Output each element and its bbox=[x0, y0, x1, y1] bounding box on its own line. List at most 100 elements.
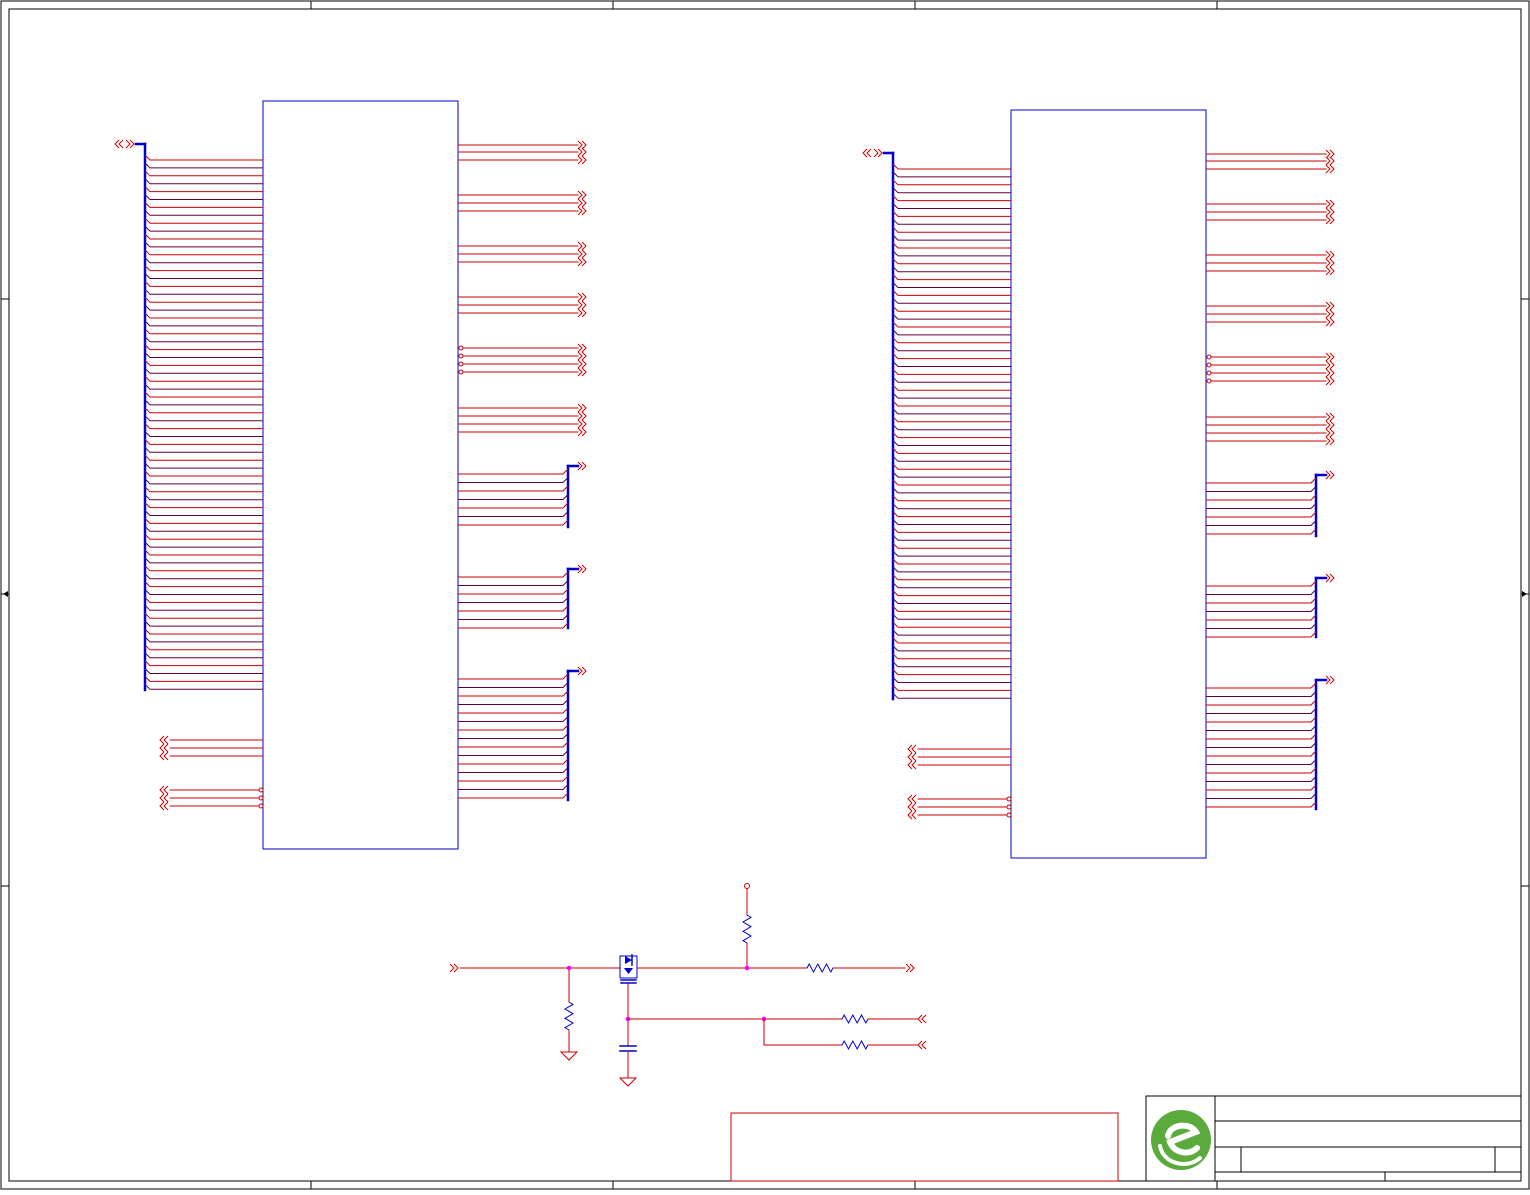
bus-entry-wire bbox=[1206, 614, 1317, 621]
chevron bbox=[577, 403, 583, 413]
bus-entry-wire bbox=[1206, 708, 1317, 714]
bus-entry-wire bbox=[892, 163, 1011, 170]
diode-triangle bbox=[624, 968, 633, 974]
bus-entry-wire bbox=[892, 242, 1011, 249]
bus-entry-wire bbox=[892, 527, 1011, 533]
chevron bbox=[911, 802, 917, 812]
bus-entry-wire bbox=[144, 407, 263, 414]
chevron bbox=[1325, 164, 1331, 174]
bus-entry-wire bbox=[144, 494, 263, 501]
pin-bubble bbox=[458, 345, 464, 351]
signal-port-left bbox=[159, 801, 169, 811]
zone-arrow bbox=[1522, 591, 1527, 597]
chevron bbox=[577, 427, 583, 437]
chevron bbox=[911, 810, 917, 820]
chevron bbox=[577, 190, 583, 200]
chevron bbox=[1325, 266, 1331, 276]
chevron bbox=[577, 351, 583, 361]
bus-entry-wire bbox=[144, 439, 263, 445]
bus-entry-wire bbox=[892, 558, 1011, 565]
bus-entry-wire bbox=[892, 179, 1011, 186]
chevron bbox=[577, 343, 583, 353]
chevron bbox=[1325, 352, 1331, 362]
signal-port-right bbox=[577, 308, 587, 318]
bus-entry-wire bbox=[458, 502, 569, 509]
bus-entry-wire bbox=[458, 758, 569, 765]
bus-entry-wire bbox=[144, 344, 263, 351]
signal-port-left bbox=[159, 751, 169, 761]
signal-port-left bbox=[159, 785, 169, 795]
signal-port-left bbox=[907, 802, 917, 812]
bus-entry-wire bbox=[144, 225, 263, 232]
pin-bubble bbox=[1006, 812, 1012, 818]
bus-entry-wire bbox=[892, 629, 1011, 636]
signal-port-right bbox=[577, 190, 587, 200]
pulldown-resistor bbox=[564, 1001, 574, 1031]
chevron bbox=[577, 257, 583, 267]
ic-body bbox=[1010, 109, 1207, 859]
bus-entry-wire bbox=[892, 195, 1011, 202]
green-e-logo-icon bbox=[1151, 1110, 1211, 1170]
signal-port-right bbox=[1325, 368, 1335, 378]
bus-entry-wire bbox=[144, 446, 263, 453]
bus-entry-wire bbox=[1206, 597, 1317, 604]
chevron bbox=[1325, 258, 1331, 268]
chevron bbox=[577, 198, 583, 208]
bus-entry-wire bbox=[892, 574, 1011, 581]
signal-port-left bbox=[159, 735, 169, 745]
chevron bbox=[163, 735, 169, 745]
signal-port-right bbox=[1325, 207, 1335, 217]
chevron bbox=[1325, 309, 1331, 319]
bus-entry-wire bbox=[892, 613, 1011, 620]
signal-port-right bbox=[1325, 266, 1335, 276]
bus-entry-wire bbox=[892, 392, 1011, 399]
bus-entry-wire bbox=[1206, 503, 1317, 509]
bus-entry-wire bbox=[144, 328, 263, 335]
bus-entry-wire bbox=[892, 313, 1011, 320]
bus-entry-wire bbox=[144, 257, 263, 264]
resistor-zigzag bbox=[841, 1039, 869, 1051]
feedback-resistor bbox=[841, 1039, 869, 1051]
signal-port-right bbox=[1325, 215, 1335, 225]
bus-entry-wire bbox=[144, 636, 263, 643]
bus-entry-wire bbox=[1206, 606, 1317, 612]
diode-triangle bbox=[625, 956, 632, 964]
bus-entry-wire bbox=[144, 249, 263, 256]
bus-entry-wire bbox=[144, 288, 263, 295]
bus-entry-wire bbox=[144, 604, 263, 611]
signal-port-left bbox=[907, 810, 917, 820]
diode-switch bbox=[619, 954, 638, 984]
bus-entry-wire bbox=[892, 542, 1011, 549]
pin-bubble bbox=[258, 803, 264, 809]
signal-port-right bbox=[1325, 156, 1335, 166]
signal-port-right bbox=[1325, 412, 1335, 422]
junction-dot bbox=[566, 965, 572, 971]
bus-entry-wire bbox=[144, 628, 263, 635]
bus-entry-wire bbox=[458, 724, 569, 731]
chevron bbox=[905, 963, 911, 973]
bus-entry-wire bbox=[1206, 691, 1317, 697]
bus-entry-wire bbox=[892, 171, 1011, 178]
chevron bbox=[577, 367, 583, 377]
chevron bbox=[577, 147, 583, 157]
chevron bbox=[1325, 207, 1331, 217]
signal-port-right bbox=[1325, 258, 1335, 268]
junction-dot bbox=[744, 965, 750, 971]
chevron bbox=[577, 308, 583, 318]
component-block-left bbox=[114, 100, 587, 850]
pin-bubble bbox=[1206, 378, 1212, 384]
pin-bubble bbox=[1206, 370, 1212, 376]
bus-entry-wire bbox=[892, 598, 1011, 604]
chevron bbox=[1325, 360, 1331, 370]
chevron bbox=[873, 148, 879, 158]
bus-entry-wire bbox=[458, 699, 569, 705]
bus-entry-wire bbox=[892, 361, 1011, 367]
bus-entry-wire bbox=[1206, 733, 1317, 740]
pin-bubble bbox=[458, 361, 464, 367]
signal-port-right bbox=[1325, 436, 1335, 446]
signal-port-left bbox=[907, 744, 917, 754]
chevron bbox=[911, 794, 917, 804]
chevron bbox=[577, 411, 583, 421]
series-resistor bbox=[806, 962, 834, 974]
chevron bbox=[577, 300, 583, 310]
